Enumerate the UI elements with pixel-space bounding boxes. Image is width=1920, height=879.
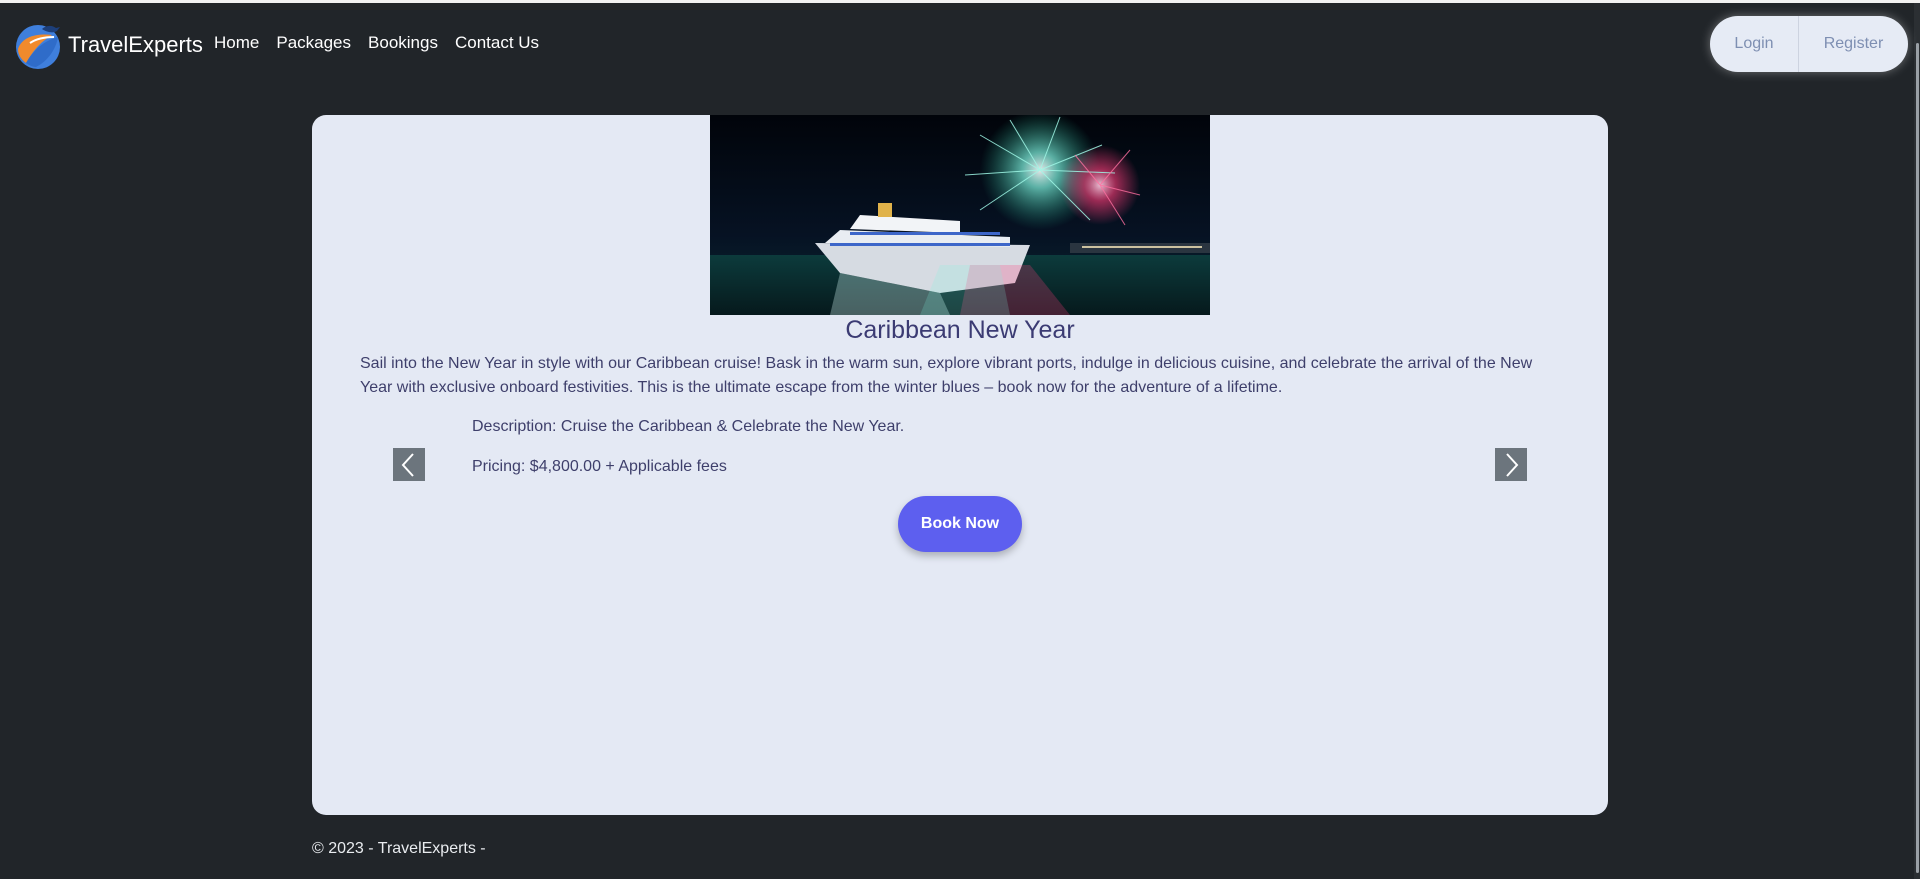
scrollbar[interactable]: [1914, 3, 1920, 879]
nav-links: Home Packages Bookings Contact Us: [214, 33, 556, 53]
brand-link[interactable]: TravelExperts: [12, 19, 203, 71]
chevron-left-icon: [401, 452, 414, 477]
auth-button-group: Login Register: [1710, 16, 1908, 72]
nav-contact-us[interactable]: Contact Us: [455, 33, 539, 53]
package-title: Caribbean New Year: [845, 316, 1075, 344]
package-description: Description: Cruise the Caribbean & Cele…: [472, 418, 905, 435]
navbar: TravelExperts Home Packages Bookings Con…: [0, 3, 1914, 82]
carousel-next-button[interactable]: [1495, 448, 1527, 481]
scrollbar-thumb[interactable]: [1916, 43, 1919, 873]
package-pricing: Pricing: $4,800.00 + Applicable fees: [472, 458, 727, 475]
chevron-right-icon: [1506, 452, 1519, 477]
cruise-ship-fireworks-image: [710, 115, 1210, 315]
register-button[interactable]: Register: [1799, 35, 1908, 53]
nav-home[interactable]: Home: [214, 33, 259, 53]
nav-bookings[interactable]: Bookings: [368, 33, 438, 53]
package-image-art: [710, 115, 1210, 315]
brand-name: TravelExperts: [68, 32, 203, 57]
package-long-description: Sail into the New Year in style with our…: [360, 355, 1533, 396]
login-button[interactable]: Login: [1710, 35, 1798, 53]
carousel-prev-button[interactable]: [393, 448, 425, 481]
nav-packages[interactable]: Packages: [276, 33, 351, 53]
footer-text: © 2023 - TravelExperts -: [312, 840, 486, 857]
package-card: Caribbean New Year Sail into the New Yea…: [312, 115, 1608, 815]
book-now-button[interactable]: Book Now: [898, 496, 1022, 552]
bird-globe-logo: [16, 25, 60, 69]
